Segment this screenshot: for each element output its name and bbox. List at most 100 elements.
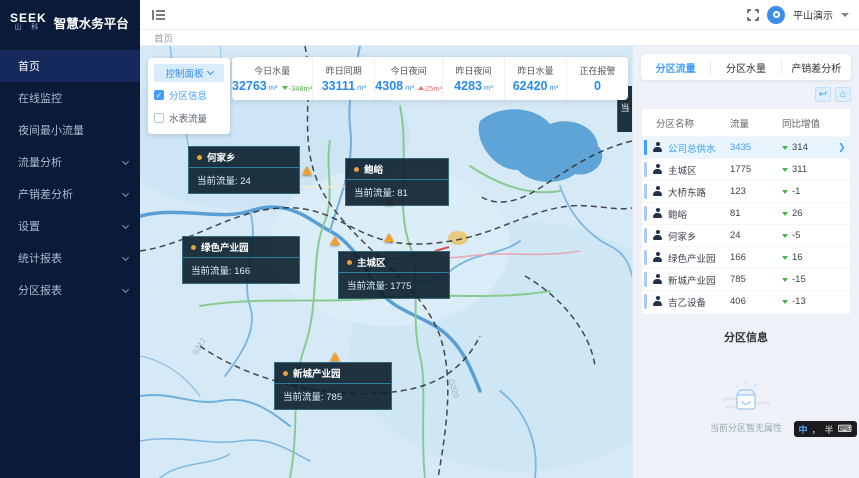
chevron-down-icon [206, 68, 213, 75]
checkbox-checked-icon[interactable]: ✓ [154, 90, 164, 100]
triangle-down-icon [782, 212, 788, 216]
sidebar-item-label: 在线监控 [18, 90, 62, 106]
stat-label: 昨日夜间 [455, 64, 491, 77]
table-row-鲍峪[interactable]: 鲍峪8126 [642, 202, 850, 224]
breadcrumb[interactable]: 首页 [154, 31, 173, 45]
stat-label: 今日水量 [254, 64, 290, 77]
sidebar-item-统计报表[interactable]: 统计报表 [0, 242, 140, 274]
app-title: 智慧水务平台 [54, 13, 129, 32]
stat-label: 昨日水量 [517, 64, 553, 77]
stat-delta: 25m³ [418, 84, 442, 93]
layer-toggle-分区信息[interactable]: ✓ 分区信息 [154, 85, 224, 105]
tab-产销差分析[interactable]: 产销差分析 [781, 60, 851, 75]
stat-value-row: 33111m³ [322, 79, 366, 93]
sidebar-item-label: 流量分析 [18, 154, 62, 170]
popup-title: 新城产业园 [275, 363, 391, 384]
stat-card-昨日夜间: 昨日夜间4283m³ [442, 57, 504, 100]
sidebar-item-分区报表[interactable]: 分区报表 [0, 274, 140, 306]
zone-delta-cell: -1 [782, 186, 838, 197]
sidebar-item-首页[interactable]: 首页 [0, 50, 140, 82]
sidebar-item-流量分析[interactable]: 流量分析 [0, 146, 140, 178]
popup-title: 何家乡 [189, 147, 299, 168]
user-avatar[interactable] [767, 6, 785, 24]
stats-strip: 今日水量32763m³-348m³昨日同期33111m³今日夜间4308m³25… [232, 57, 628, 100]
map-control-panel: 控制面板 ✓ 分区信息水表流量 [148, 58, 230, 134]
zone-name-cell: 公司总供水 [642, 141, 730, 155]
right-panel: 分区流量分区水量产销差分析 ↩ ⌂ 分区名称流量同比增值 公司总供水343531… [632, 46, 859, 478]
checkbox-icon[interactable] [154, 113, 164, 123]
zone-delta-cell: -13 [782, 296, 838, 307]
popup-flow-value: 当前流量: 785 [275, 384, 391, 409]
ime-toolbar[interactable]: 中 ， 半 ⌨ [794, 421, 857, 437]
sidebar-item-设置[interactable]: 设置 [0, 210, 140, 242]
popup-flow-value: 当前流量: 24 [189, 168, 299, 193]
stat-value: 33111 [322, 79, 355, 93]
map-canvas[interactable]: G320 S212 今日水量32763m³-348m³昨日同期33111m³今日… [140, 46, 632, 478]
zone-name: 吉乙设备 [668, 295, 706, 309]
sidebar-item-夜间最小流量[interactable]: 夜间最小流量 [0, 114, 140, 146]
stat-delta-value: 25m³ [425, 84, 442, 93]
empty-box-icon [719, 379, 773, 415]
table-row-新城产业园[interactable]: 新城产业园785-15 [642, 268, 850, 290]
popup-zone-name: 鲍峪 [364, 162, 383, 176]
sidebar-collapse-icon[interactable] [152, 9, 166, 21]
back-button[interactable]: ↩ [815, 87, 831, 102]
keyboard-icon[interactable]: ⌨ [838, 424, 852, 435]
column-header: 分区名称 [642, 116, 730, 130]
map-marker-icon[interactable] [302, 166, 312, 175]
ime-mode-0[interactable]: 中 [799, 423, 808, 436]
layer-toggle-label: 分区信息 [169, 88, 207, 102]
ime-mode-1[interactable]: ， [812, 423, 821, 436]
map-marker-icon[interactable] [330, 236, 340, 245]
zone-flow-cell: 81 [730, 208, 782, 219]
person-icon [652, 274, 663, 285]
app-logo: SEEK 山 科 智慧水务平台 [0, 0, 140, 44]
stat-unit: m³ [484, 83, 493, 92]
user-menu-caret-icon[interactable] [841, 13, 849, 17]
layer-toggle-水表流量[interactable]: 水表流量 [154, 108, 224, 128]
home-button[interactable]: ⌂ [835, 87, 851, 102]
triangle-down-icon [782, 234, 788, 238]
map-popup-鲍峪[interactable]: 鲍峪当前流量: 81 [345, 158, 449, 206]
stat-unit: m³ [357, 83, 366, 92]
breadcrumb-bar: 首页 [140, 30, 859, 46]
user-name[interactable]: 平山演示 [793, 7, 833, 22]
zone-delta-value: -1 [792, 186, 800, 197]
empty-state-caption: 当前分区暂无属性 [710, 421, 782, 434]
table-row-主城区[interactable]: 主城区1775311 [642, 158, 850, 180]
table-row-吉乙设备[interactable]: 吉乙设备406-13 [642, 290, 850, 312]
sidebar-item-label: 设置 [18, 218, 40, 234]
map-popup-绿色产业园[interactable]: 绿色产业园当前流量: 166 [182, 236, 300, 284]
chevron-down-icon [122, 285, 129, 292]
map-popup-何家乡[interactable]: 何家乡当前流量: 24 [188, 146, 300, 194]
zone-flow-cell: 123 [730, 186, 782, 197]
person-icon [652, 142, 663, 153]
sidebar-item-产销差分析[interactable]: 产销差分析 [0, 178, 140, 210]
table-row-何家乡[interactable]: 何家乡24-5 [642, 224, 850, 246]
stat-label: 昨日同期 [326, 64, 362, 77]
column-header: 同比增值 [782, 116, 850, 130]
map-popup-新城产业园[interactable]: 新城产业园当前流量: 785 [274, 362, 392, 410]
table-row-绿色产业园[interactable]: 绿色产业园16616 [642, 246, 850, 268]
fullscreen-icon[interactable] [747, 9, 759, 21]
sidebar-item-在线监控[interactable]: 在线监控 [0, 82, 140, 114]
table-row-大桥东路[interactable]: 大桥东路123-1 [642, 180, 850, 202]
brand-subname: 山 科 [10, 24, 47, 32]
stat-card-今日水量: 今日水量32763m³-348m³ [232, 57, 312, 100]
tab-分区水量[interactable]: 分区水量 [710, 60, 780, 75]
map-marker-icon[interactable] [384, 233, 394, 242]
tab-分区流量[interactable]: 分区流量 [641, 60, 710, 75]
map-marker-icon[interactable] [330, 352, 340, 361]
ime-mode-2[interactable]: 半 [825, 423, 834, 436]
person-icon [652, 296, 663, 307]
map-popup-主城区[interactable]: 主城区当前流量: 1775 [338, 251, 450, 299]
zone-table: 分区名称流量同比增值 公司总供水3435314❯主城区1775311大桥东路12… [641, 108, 851, 315]
popup-title: 鲍峪 [346, 159, 448, 180]
stat-delta-value: -348m³ [289, 84, 313, 93]
chevron-down-icon [122, 221, 129, 228]
stat-label: 今日夜间 [391, 64, 427, 77]
table-row-公司总供水[interactable]: 公司总供水3435314❯ [642, 136, 850, 158]
zone-name-cell: 主城区 [642, 163, 730, 177]
popup-zone-name: 新城产业园 [293, 366, 341, 380]
control-panel-button[interactable]: 控制面板 [154, 64, 224, 82]
